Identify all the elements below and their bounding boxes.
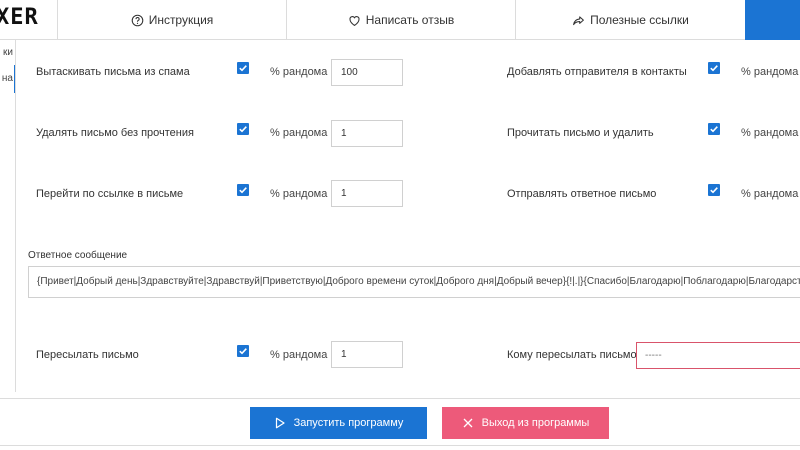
- random-label-read-delete: % рандома: [741, 127, 799, 139]
- random-label-spam: % рандома: [270, 66, 328, 78]
- checkbox-forward[interactable]: [237, 345, 249, 357]
- option-label-follow-link: Перейти по ссылке в письме: [36, 188, 184, 200]
- option-label-spam: Вытаскивать письма из спама: [36, 66, 190, 78]
- checkbox-send-reply[interactable]: [708, 184, 720, 196]
- checkbox-delete-unread[interactable]: [237, 123, 249, 135]
- checkbox-follow-link[interactable]: [237, 184, 249, 196]
- tab-instruction-label: Инструкция: [148, 13, 214, 27]
- app-logo: XER: [0, 0, 58, 40]
- reply-message-input[interactable]: {Привет|Добрый день|Здравствуйте|Здравст…: [28, 266, 800, 298]
- tab-useful-links[interactable]: Полезные ссылки: [516, 0, 745, 40]
- exit-program-label: Выход из программы: [481, 417, 590, 429]
- checkmark-icon: [710, 126, 718, 133]
- share-arrow-icon: [573, 15, 584, 25]
- run-program-label: Запустить программу: [293, 417, 404, 429]
- random-label-send-reply: % рандома: [741, 188, 799, 200]
- heart-icon: [349, 15, 360, 26]
- random-label-forward: % рандома: [270, 349, 328, 361]
- random-label-follow-link: % рандома: [270, 188, 328, 200]
- random-input-spam[interactable]: [331, 59, 403, 86]
- checkmark-icon: [239, 126, 247, 133]
- tab-write-review[interactable]: Написать отзыв: [287, 0, 516, 40]
- tab-active-accent[interactable]: [745, 0, 800, 40]
- random-label-delete-unread: % рандома: [270, 127, 328, 139]
- sidebar-item-2[interactable]: на: [2, 73, 13, 84]
- top-navigation-bar: XER Инструкция Написать отзыв Полезные с…: [0, 0, 800, 40]
- tab-write-review-label: Написать отзыв: [365, 13, 455, 27]
- option-label-add-contact: Добавлять отправителя в контакты: [507, 66, 687, 78]
- question-circle-icon: [131, 14, 143, 26]
- close-icon: [463, 418, 473, 428]
- random-input-delete-unread[interactable]: [331, 120, 403, 147]
- random-input-forward[interactable]: [331, 341, 403, 368]
- reply-message-label: Ответное сообщение: [28, 250, 128, 261]
- checkbox-spam[interactable]: [237, 62, 249, 74]
- checkbox-add-contact[interactable]: [708, 62, 720, 74]
- forward-to-input[interactable]: [636, 342, 800, 369]
- sidebar: ки на: [0, 40, 16, 392]
- option-label-send-reply: Отправлять ответное письмо: [507, 188, 657, 200]
- checkbox-read-delete[interactable]: [708, 123, 720, 135]
- option-label-forward: Пересылать письмо: [36, 349, 139, 361]
- logo-text: XER: [0, 5, 39, 30]
- checkmark-icon: [239, 65, 247, 72]
- run-program-button[interactable]: Запустить программу: [250, 407, 427, 439]
- footer-bar: Запустить программу Выход из программы: [0, 398, 800, 446]
- forward-to-label: Кому пересылать письмо: [507, 349, 637, 361]
- random-label-add-contact: % рандома: [741, 66, 799, 78]
- checkmark-icon: [239, 348, 247, 355]
- option-label-delete-unread: Удалять письмо без прочтения: [36, 127, 194, 139]
- tab-instruction[interactable]: Инструкция: [58, 0, 287, 40]
- checkmark-icon: [239, 187, 247, 194]
- random-input-follow-link[interactable]: [331, 180, 403, 207]
- play-icon: [275, 417, 285, 429]
- sidebar-item-1[interactable]: ки: [3, 47, 13, 58]
- tab-useful-links-label: Полезные ссылки: [590, 13, 689, 27]
- option-label-read-delete: Прочитать письмо и удалить: [507, 127, 654, 139]
- checkmark-icon: [710, 187, 718, 194]
- sidebar-active-indicator: [14, 65, 15, 93]
- checkmark-icon: [710, 65, 718, 72]
- exit-program-button[interactable]: Выход из программы: [442, 407, 609, 439]
